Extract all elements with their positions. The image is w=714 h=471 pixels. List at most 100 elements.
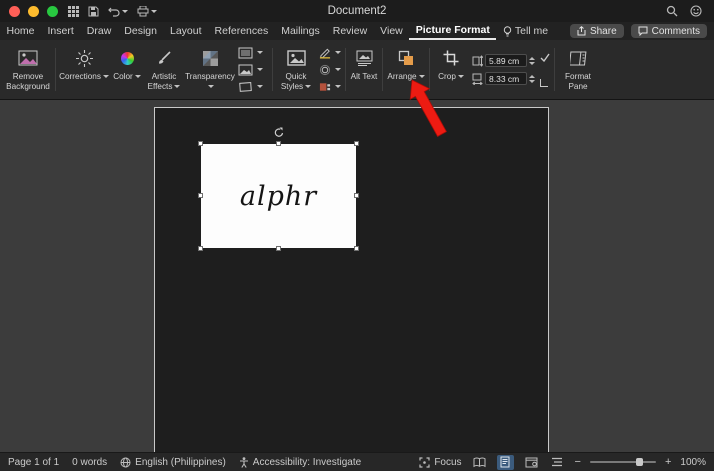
- traffic-lights: [0, 5, 68, 17]
- search-icon[interactable]: [666, 5, 678, 17]
- alt-text-button[interactable]: Alt Text: [348, 40, 380, 99]
- color-icon: [120, 47, 134, 69]
- tab-picture-format[interactable]: Picture Format: [409, 22, 497, 40]
- color-button[interactable]: Color: [110, 40, 144, 99]
- zoom-slider[interactable]: [589, 458, 656, 466]
- shape-width-field[interactable]: 8.33 cm: [485, 72, 527, 85]
- tab-design[interactable]: Design: [118, 22, 164, 40]
- page-count[interactable]: Page 1 of 1: [8, 457, 59, 468]
- app-grid-icon[interactable]: [68, 5, 79, 17]
- tab-view[interactable]: View: [374, 22, 410, 40]
- corrections-button[interactable]: Corrections: [58, 40, 110, 99]
- resize-handle-n[interactable]: [275, 141, 281, 146]
- resize-handle-ne[interactable]: [354, 141, 359, 146]
- corrections-icon: [75, 47, 93, 69]
- focus-toggle[interactable]: Focus: [419, 456, 462, 468]
- size-group: 5.89 cm 8.33 cm: [470, 40, 552, 99]
- chevron-down-icon: [457, 75, 464, 79]
- quick-styles-icon: [286, 47, 306, 69]
- accessibility-icon: [239, 456, 249, 468]
- tab-insert[interactable]: Insert: [41, 22, 80, 40]
- close-button[interactable]: [9, 5, 20, 17]
- focus-icon: [419, 456, 430, 468]
- zoom-in-button[interactable]: +: [665, 456, 671, 468]
- share-icon: [577, 26, 586, 36]
- print-icon[interactable]: [137, 5, 157, 17]
- picture-border-button[interactable]: [319, 46, 341, 60]
- lock-aspect-ratio-check-icon[interactable]: [540, 53, 550, 62]
- tab-draw[interactable]: Draw: [80, 22, 118, 40]
- tab-references[interactable]: References: [208, 22, 275, 40]
- tab-layout[interactable]: Layout: [163, 22, 208, 40]
- print-layout-button[interactable]: [496, 454, 514, 470]
- comment-icon: [638, 26, 648, 36]
- fullscreen-button[interactable]: [47, 5, 58, 17]
- feedback-smiley-icon[interactable]: [690, 5, 702, 17]
- document-page[interactable]: alphr: [154, 107, 549, 452]
- undo-icon[interactable]: [108, 6, 128, 17]
- document-canvas: alphr: [0, 100, 714, 452]
- tab-mailings[interactable]: Mailings: [275, 22, 327, 40]
- quick-styles-button[interactable]: Quick Styles: [275, 40, 317, 99]
- read-mode-button[interactable]: [471, 455, 488, 470]
- picture-style-gallery: [236, 40, 270, 99]
- tab-review[interactable]: Review: [326, 22, 373, 40]
- picture-style-preset-2[interactable]: [238, 63, 268, 77]
- picture-format-small-buttons: [317, 40, 343, 99]
- format-pane-icon: [569, 47, 587, 69]
- tab-home[interactable]: Home: [0, 22, 41, 40]
- web-layout-button[interactable]: [523, 455, 540, 470]
- outline-view-button[interactable]: [549, 455, 566, 470]
- picture-layout-button[interactable]: [319, 80, 341, 94]
- resize-handle-nw[interactable]: [198, 141, 203, 146]
- zoom-out-button[interactable]: −: [575, 456, 581, 468]
- tab-tell-me[interactable]: Tell me: [496, 22, 554, 40]
- word-count[interactable]: 0 words: [72, 457, 107, 468]
- picture-style-preset-3[interactable]: [238, 80, 268, 94]
- chevron-down-icon: [174, 85, 181, 89]
- minimize-button[interactable]: [28, 5, 39, 17]
- transparency-button[interactable]: Transparency: [184, 40, 236, 99]
- picture-effects-button[interactable]: [319, 63, 341, 77]
- chevron-down-icon: [335, 68, 341, 71]
- height-stepper[interactable]: [529, 56, 535, 65]
- alt-text-icon: [356, 47, 373, 69]
- chevron-down-icon: [257, 68, 263, 71]
- resize-handle-w[interactable]: [198, 193, 203, 198]
- picture-logo-text: alphr: [239, 180, 318, 212]
- selected-picture[interactable]: alphr: [198, 127, 359, 251]
- save-icon[interactable]: [88, 6, 99, 17]
- chevron-down-icon: [102, 75, 109, 79]
- resize-handle-e[interactable]: [354, 193, 359, 198]
- lightbulb-icon: [503, 25, 512, 37]
- format-pane-button[interactable]: Format Pane: [557, 40, 599, 99]
- artistic-effects-icon: [156, 47, 172, 69]
- status-bar: Page 1 of 1 0 words English (Philippines…: [0, 452, 714, 471]
- language-selector[interactable]: English (Philippines): [120, 457, 226, 468]
- comments-button[interactable]: Comments: [630, 24, 707, 38]
- reset-size-icon[interactable]: [540, 78, 548, 87]
- shape-width-icon: [472, 73, 483, 85]
- zoom-percentage[interactable]: 100%: [680, 457, 706, 468]
- resize-handle-s[interactable]: [275, 246, 281, 251]
- resize-handle-sw[interactable]: [198, 246, 203, 251]
- shape-height-icon: [472, 54, 483, 67]
- crop-icon: [443, 47, 459, 69]
- resize-handle-se[interactable]: [354, 246, 359, 251]
- width-stepper[interactable]: [529, 74, 535, 83]
- artistic-effects-button[interactable]: Artistic Effects: [144, 40, 184, 99]
- titlebar: Document2: [0, 0, 714, 22]
- shape-height-field[interactable]: 5.89 cm: [485, 54, 527, 67]
- share-button[interactable]: Share: [569, 24, 624, 38]
- accessibility-status[interactable]: Accessibility: Investigate: [239, 457, 361, 468]
- remove-background-button[interactable]: Remove Background: [3, 40, 53, 99]
- rotate-handle[interactable]: [273, 127, 284, 138]
- transparency-icon: [202, 47, 218, 69]
- chevron-down-icon: [305, 85, 312, 89]
- ribbon: Remove Background Corrections Color Arti…: [0, 40, 714, 100]
- picture-style-preset-1[interactable]: [238, 46, 268, 60]
- remove-background-icon: [18, 47, 38, 69]
- zoom-slider-thumb[interactable]: [635, 458, 643, 466]
- ribbon-tab-bar: Home Insert Draw Design Layout Reference…: [0, 22, 714, 40]
- annotation-arrow-to-crop: [409, 79, 447, 137]
